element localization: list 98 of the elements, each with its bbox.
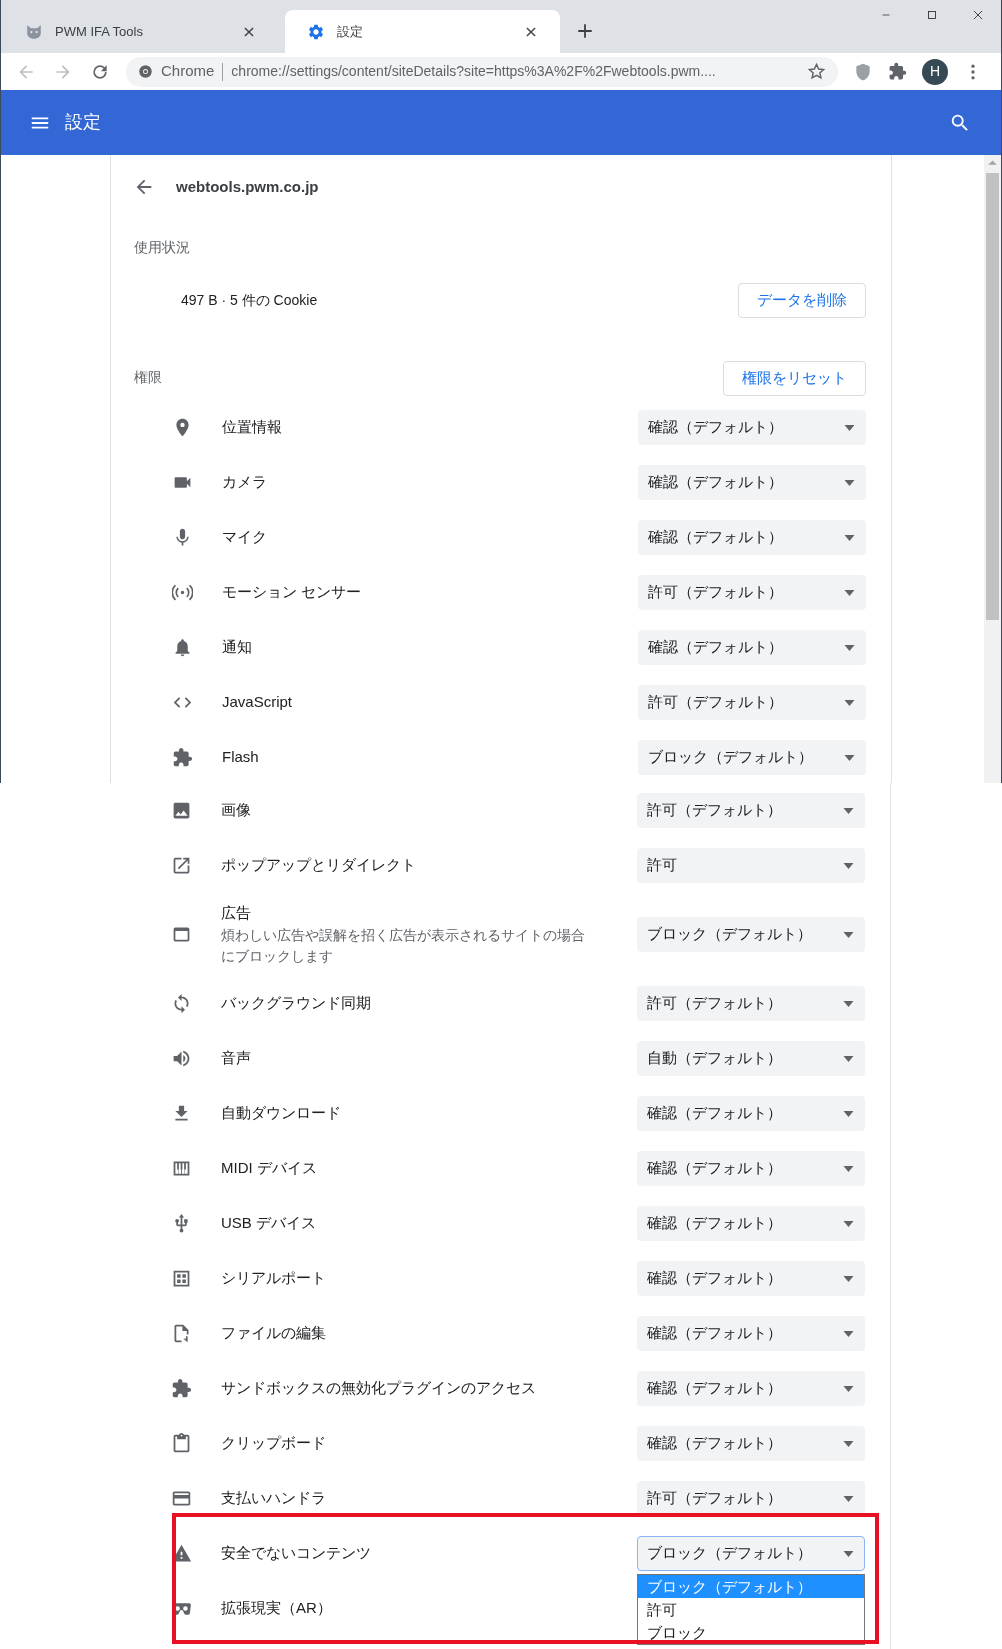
dropdown-caret-icon	[844, 644, 855, 651]
permission-label: Flash	[222, 747, 259, 768]
gear-icon	[307, 22, 325, 41]
permission-label: USB デバイス	[221, 1213, 316, 1234]
dropdown-caret-icon	[843, 1000, 854, 1007]
permission-label: 拡張現実（AR）	[221, 1598, 332, 1619]
dropdown-caret-icon	[843, 1330, 854, 1337]
reset-permissions-button[interactable]: 権限をリセット	[723, 361, 866, 396]
permission-dropdown[interactable]: 確認（デフォルト）	[637, 1371, 865, 1406]
permission-label: 自動ダウンロード	[221, 1103, 341, 1124]
sensor-waves-icon	[172, 582, 193, 603]
dropdown-caret-icon	[844, 754, 855, 761]
permission-dropdown[interactable]: 自動（デフォルト）	[637, 1041, 865, 1076]
dropdown-caret-icon	[843, 1495, 854, 1502]
url-text: chrome://settings/content/siteDetails?site=https%3A%2F%2Fwebtools.pwm....	[231, 62, 716, 81]
permission-dropdown[interactable]: 許可（デフォルト）	[638, 575, 866, 610]
file-icon	[171, 1323, 192, 1344]
browser-tab[interactable]: PWM IFA Tools	[3, 10, 278, 53]
permission-dropdown[interactable]: 許可（デフォルト）	[637, 793, 865, 828]
permission-label: マイク	[222, 527, 267, 548]
image-icon	[171, 800, 192, 821]
close-icon[interactable]	[524, 24, 538, 39]
permission-dropdown[interactable]: ブロック（デフォルト）	[637, 917, 865, 952]
dropdown-caret-icon	[843, 1165, 854, 1172]
permission-dropdown[interactable]: ブロック（デフォルト）	[638, 740, 866, 775]
dropdown-caret-icon	[843, 1110, 854, 1117]
permission-dropdown[interactable]: 確認（デフォルト）	[637, 1096, 865, 1131]
cat-face-icon	[25, 22, 43, 41]
permission-label: バックグラウンド同期	[221, 993, 371, 1014]
section-heading: 使用状況	[134, 238, 190, 257]
dropdown-caret-icon	[843, 1385, 854, 1392]
permission-label: ポップアップとリダイレクト	[221, 855, 416, 876]
permission-dropdown[interactable]: 確認（デフォルト）	[637, 1261, 865, 1296]
dropdown-caret-icon	[843, 807, 854, 814]
permission-dropdown[interactable]: 確認（デフォルト）	[637, 1426, 865, 1461]
permission-label: JavaScript	[222, 692, 293, 713]
permission-dropdown[interactable]: 許可（デフォルト）	[637, 986, 865, 1021]
dropdown-caret-icon	[843, 931, 854, 938]
puzzle-piece-icon	[172, 747, 193, 768]
permission-label: サンドボックスの無効化プラグインのアクセス	[221, 1378, 536, 1399]
star-icon[interactable]	[807, 62, 826, 81]
speaker-icon	[171, 1048, 192, 1069]
dropdown-caret-icon	[843, 1275, 854, 1282]
permission-label: クリップボード	[221, 1433, 326, 1454]
permission-label: シリアルポート	[221, 1268, 326, 1289]
permission-description: 煩わしい広告や誤解を招く広告が表示されるサイトの場合にブロックします	[221, 925, 586, 966]
profile-avatar[interactable]: H	[922, 58, 948, 85]
permission-dropdown[interactable]: ブロック（デフォルト）	[637, 1536, 865, 1571]
permission-dropdown[interactable]: 許可（デフォルト）	[638, 685, 866, 720]
dropdown-caret-icon	[844, 479, 855, 486]
puzzle-piece-icon	[888, 62, 907, 81]
scrollbar-thumb[interactable]	[986, 173, 999, 620]
close-icon[interactable]	[242, 24, 256, 39]
permission-dropdown[interactable]: 確認（デフォルト）	[638, 410, 866, 445]
browser-tab[interactable]: 設定	[285, 10, 560, 53]
clipboard-icon	[171, 1433, 192, 1454]
dropdown-caret-icon	[843, 1220, 854, 1227]
puzzle-piece-icon	[171, 1378, 192, 1399]
site-title: webtools.pwm.co.jp	[176, 176, 319, 197]
dropdown-caret-icon	[844, 699, 855, 706]
permission-label: 支払いハンドラ	[221, 1488, 326, 1509]
permission-label: 通知	[222, 637, 252, 658]
dropdown-caret-icon	[843, 1440, 854, 1447]
dropdown-caret-icon	[844, 534, 855, 541]
dropdown-caret-icon	[843, 1055, 854, 1062]
permission-label: MIDI デバイス	[221, 1158, 317, 1179]
origin-label: Chrome	[161, 61, 215, 82]
dropdown-caret-icon	[844, 589, 855, 596]
permission-dropdown[interactable]: 確認（デフォルト）	[638, 520, 866, 555]
tab-title: PWM IFA Tools	[55, 22, 144, 41]
new-tab-icon[interactable]	[576, 22, 594, 40]
usage-summary: 497 B · 5 件の Cookie	[181, 290, 318, 310]
permission-dropdown[interactable]: 確認（デフォルト）	[637, 1206, 865, 1241]
clear-data-button[interactable]: データを削除	[738, 282, 866, 318]
dropdown-caret-icon	[843, 862, 854, 869]
chrome-logo-icon	[138, 64, 153, 79]
dropdown-caret-icon	[843, 1550, 854, 1557]
permission-label: 位置情報	[222, 417, 282, 438]
permission-dropdown[interactable]: 確認（デフォルト）	[637, 1316, 865, 1351]
permission-dropdown[interactable]: 確認（デフォルト）	[638, 465, 866, 500]
permission-label: 音声	[221, 1048, 251, 1069]
grid-panel-icon	[171, 1268, 192, 1289]
permission-label: カメラ	[222, 472, 267, 493]
address-bar[interactable]: Chrome chrome://settings/content/siteDetails?site=https%3A%2F%2Fwebtools.pwm....	[126, 56, 838, 87]
permission-label: モーション センサー	[222, 582, 362, 603]
permission-label: 広告	[221, 903, 251, 924]
shield-icon[interactable]	[853, 61, 873, 82]
permission-dropdown[interactable]: 許可	[637, 848, 865, 883]
permission-label: ファイルの編集	[221, 1323, 326, 1344]
header-title: 設定	[65, 111, 101, 134]
tab-title: 設定	[337, 22, 364, 41]
section-heading: 権限	[134, 368, 162, 387]
permission-dropdown[interactable]: 確認（デフォルト）	[638, 630, 866, 665]
external-link-icon	[171, 855, 192, 876]
permission-label: 画像	[221, 800, 251, 821]
dropdown-caret-icon	[844, 424, 855, 431]
permission-label: 安全でないコンテンツ	[221, 1543, 371, 1564]
permission-dropdown[interactable]: 確認（デフォルト）	[637, 1151, 865, 1186]
